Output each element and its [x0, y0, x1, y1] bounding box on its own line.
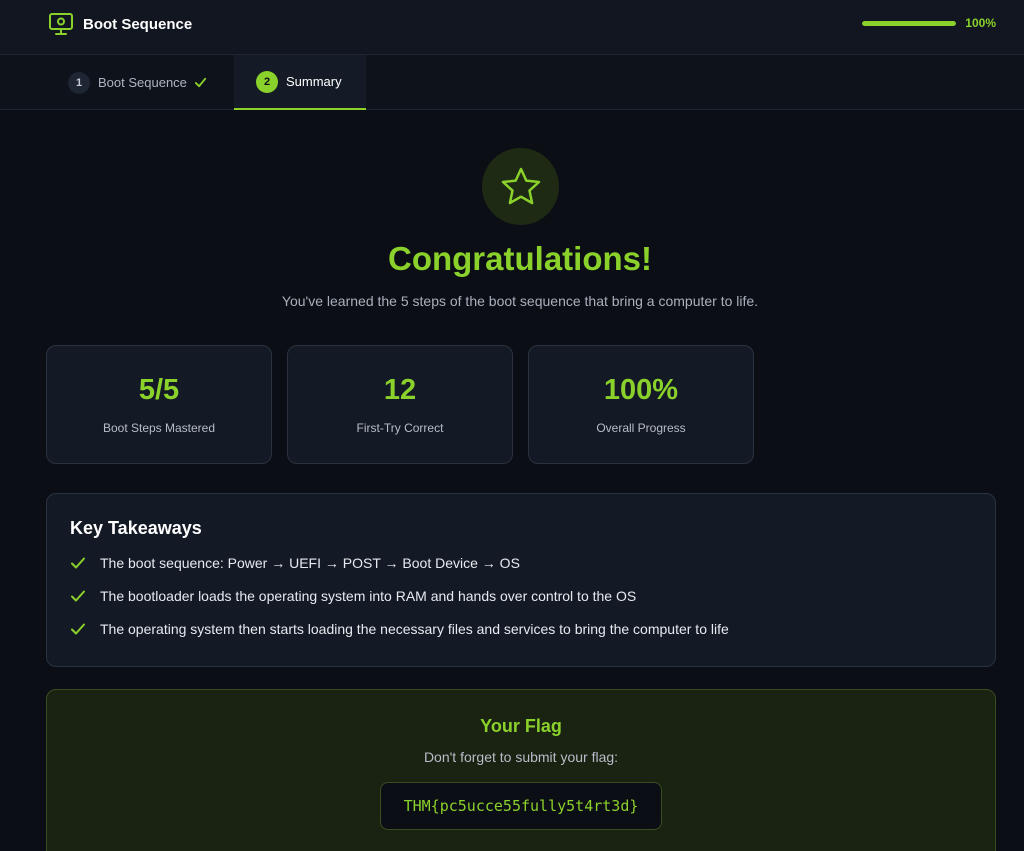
star-icon	[501, 167, 540, 204]
flag-value[interactable]: THM{pc5ucce55fully5t4rt3d}	[380, 782, 662, 830]
congrats-title: Congratulations!	[388, 240, 652, 277]
tab-label: Boot Sequence	[98, 75, 187, 90]
tab-number: 2	[256, 70, 278, 93]
takeaway-text: The bootloader loads the operating syste…	[100, 587, 637, 604]
flag-subtitle: Don't forget to submit your flag:	[423, 749, 619, 765]
overall-progress: 100%	[862, 16, 996, 30]
takeaways-title: Key Takeaways	[70, 518, 202, 538]
tab-label: Summary	[286, 74, 342, 89]
progress-bar-fill	[862, 20, 957, 26]
check-icon	[71, 557, 85, 568]
check-icon	[71, 590, 85, 601]
takeaway-text: The operating system then starts loading…	[100, 620, 729, 637]
brand: Boot Sequence	[48, 12, 192, 36]
tab-number: 1	[68, 71, 90, 94]
takeaway-item: The bootloader loads the operating syste…	[70, 586, 972, 605]
stat-card-progress: 100% Overall Progress	[528, 345, 754, 464]
takeaway-item: The operating system then starts loading…	[70, 619, 972, 638]
stat-value: 12	[383, 374, 417, 406]
check-icon	[71, 623, 85, 634]
monitor-icon	[49, 13, 73, 35]
flag-title: Your Flag	[480, 716, 562, 736]
stat-value: 100%	[603, 374, 679, 406]
stat-card-steps: 5/5 Boot Steps Mastered	[46, 345, 272, 464]
congrats-subtitle: You've learned the 5 steps of the boot s…	[281, 293, 759, 309]
takeaway-item: The boot sequence: Power → UEFI → POST →…	[70, 553, 972, 572]
top-bar: Boot Sequence 100%	[0, 0, 1024, 55]
step-tabs: 1 Boot Sequence 2 Summary	[0, 55, 1024, 110]
progress-bar	[862, 20, 957, 26]
stat-label: Overall Progress	[596, 421, 686, 435]
achievement-badge	[482, 148, 559, 225]
stat-label: Boot Steps Mastered	[102, 421, 216, 435]
takeaway-text: The boot sequence: Power → UEFI → POST →…	[100, 554, 520, 571]
stat-value: 5/5	[138, 374, 180, 406]
stat-card-first-try: 12 First-Try Correct	[287, 345, 513, 464]
tab-summary[interactable]: 2 Summary	[234, 55, 366, 110]
check-icon	[194, 77, 206, 88]
stat-label: First-Try Correct	[356, 421, 444, 435]
tab-boot-sequence[interactable]: 1 Boot Sequence	[46, 55, 229, 110]
progress-percent: 100%	[965, 16, 996, 30]
key-takeaways-card: Key Takeaways The boot sequence: Power →…	[46, 493, 996, 667]
app-title: Boot Sequence	[83, 15, 193, 33]
flag-card: Your Flag Don't forget to submit your fl…	[46, 689, 996, 851]
